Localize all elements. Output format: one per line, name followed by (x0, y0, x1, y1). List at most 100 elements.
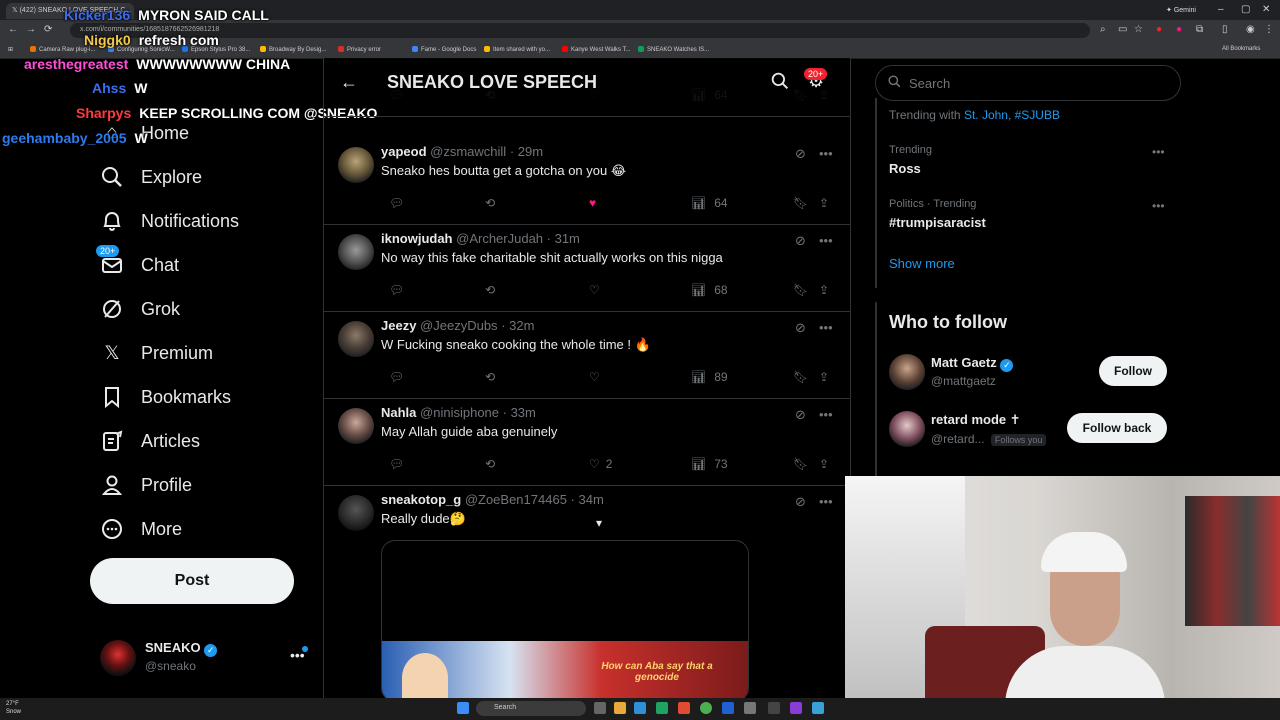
app-icon[interactable] (656, 702, 668, 714)
bookmark-icon[interactable]: 🔖︎ (793, 457, 808, 471)
retweet-icon[interactable]: ⟲ (485, 370, 495, 384)
reload-icon[interactable]: ⟳ (44, 24, 52, 35)
reply-icon[interactable]: 💬︎ (389, 196, 404, 210)
start-icon[interactable] (457, 702, 469, 714)
all-bookmarks[interactable]: All Bookmarks (1222, 46, 1260, 52)
tweet-handle[interactable]: @JeezyDubs (420, 318, 498, 333)
bookmark-item[interactable]: Kanye West Walks T... (562, 46, 631, 53)
tweet-author[interactable]: yapeod (381, 144, 427, 159)
browser-tab-gemini[interactable]: ✦ Gemini (1160, 3, 1202, 19)
tweet[interactable]: sneakotop_g @ZoeBen174465 · 34m ⊘ ••• Re… (324, 486, 850, 720)
app-icon[interactable] (768, 702, 780, 714)
nav-chat[interactable]: 20+ Chat (96, 245, 179, 280)
retweet-icon[interactable]: ⟲ (485, 457, 495, 471)
tweet-handle[interactable]: @ZoeBen174465 (465, 492, 567, 507)
grok-icon[interactable]: ⊘ (795, 320, 806, 336)
task-view-icon[interactable] (594, 702, 606, 714)
tweet-time[interactable]: · 32m (501, 318, 534, 333)
apps-icon[interactable]: ⊞ (8, 46, 13, 53)
tweet[interactable]: Jeezy @JeezyDubs · 32m ⊘ ••• W Fucking s… (324, 312, 850, 399)
grok-icon[interactable]: ⊘ (795, 146, 806, 162)
like-icon[interactable]: ♡ (589, 370, 606, 384)
extensions-icon[interactable]: ⧉ (1196, 24, 1203, 35)
like-icon[interactable]: ♡ 2 (589, 457, 612, 471)
bookmark-item[interactable]: Fame - Google Docs (412, 46, 476, 53)
more-dots-icon[interactable]: ••• (819, 233, 833, 248)
share-icon[interactable]: ⇪ (819, 457, 829, 471)
tweet[interactable]: iknowjudah @ArcherJudah · 31m ⊘ ••• No w… (324, 225, 850, 312)
nav-grok[interactable]: Grok (100, 294, 180, 324)
share-icon[interactable]: ⇪ (819, 370, 829, 384)
tweet-time[interactable]: · 31m (547, 231, 580, 246)
app-icon[interactable] (744, 702, 756, 714)
nav-bookmarks[interactable]: Bookmarks (100, 382, 231, 412)
nav-profile[interactable]: Profile (100, 470, 192, 500)
share-icon[interactable]: ⇪ (819, 283, 829, 297)
tweet-author[interactable]: iknowjudah (381, 231, 453, 246)
suggestion-name[interactable]: retard mode ✝ (931, 412, 1021, 428)
minimize-icon[interactable]: – (1218, 4, 1224, 15)
more-dots-icon[interactable]: ••• (1152, 145, 1165, 159)
back-icon[interactable]: ← (8, 24, 18, 35)
account-switcher[interactable]: SNEAKO ✓ @sneako ••• (100, 638, 312, 678)
views-icon[interactable]: 📊︎ 89 (691, 370, 728, 384)
more-dots-icon[interactable]: ••• (819, 407, 833, 422)
tweet-handle[interactable]: @ninisiphone (420, 405, 499, 420)
bookmark-item[interactable]: SNEAKO Watches IS... (638, 46, 709, 53)
post-button[interactable]: Post (90, 558, 294, 604)
menu-icon[interactable]: ⋮ (1264, 24, 1274, 35)
sidepanel-icon[interactable]: ▯ (1222, 24, 1228, 35)
app-icon[interactable] (634, 702, 646, 714)
tweet-handle[interactable]: @ArcherJudah (456, 231, 543, 246)
cast-icon[interactable]: ▭ (1118, 24, 1127, 35)
avatar[interactable] (338, 408, 374, 444)
nav-more[interactable]: More (100, 514, 182, 544)
suggestion-name[interactable]: Matt Gaetz (931, 355, 997, 370)
extension-icon-2[interactable]: ● (1176, 24, 1182, 35)
close-window-icon[interactable]: ✕ (1262, 4, 1270, 15)
trend-name[interactable]: Ross (889, 161, 921, 176)
more-dots-icon[interactable]: ••• (819, 146, 833, 161)
avatar[interactable] (338, 234, 374, 270)
search-input[interactable]: Search (875, 65, 1181, 101)
profile-icon[interactable]: ◉ (1246, 24, 1255, 35)
follow-back-button[interactable]: Follow back (1067, 413, 1167, 443)
weather-widget[interactable]: 27°F Snow (6, 700, 21, 716)
reply-icon[interactable]: 💬︎ (389, 370, 404, 384)
nav-explore[interactable]: Explore (100, 162, 202, 192)
views-icon[interactable]: 📊︎64 (691, 196, 728, 210)
app-icon[interactable] (812, 702, 824, 714)
tweet-handle[interactable]: @zsmawchill (430, 144, 506, 159)
avatar[interactable] (338, 147, 374, 183)
trend-name[interactable]: #trumpisaracist (889, 215, 986, 230)
app-icon[interactable] (722, 702, 734, 714)
trending-with-tags[interactable]: St. John, #SJUBB (964, 108, 1060, 122)
star-icon[interactable]: ☆ (1134, 24, 1143, 35)
url-field[interactable]: x.com/i/communities/1685187662526981218 (70, 23, 1090, 38)
tweet-time[interactable]: · 33m (503, 405, 536, 420)
like-icon[interactable]: ♥ (589, 196, 602, 210)
retweet-icon[interactable]: ⟲ (485, 283, 495, 297)
forward-icon[interactable]: → (26, 24, 36, 35)
views-icon[interactable]: 📊︎ 73 (691, 457, 728, 471)
zoom-icon[interactable]: ⌕ (1100, 24, 1106, 35)
more-dots-icon[interactable]: ••• (1152, 199, 1165, 213)
tweet-author[interactable]: Jeezy (381, 318, 416, 333)
extension-icon[interactable]: ● (1156, 24, 1162, 35)
retweet-icon[interactable]: ⟲ (485, 196, 495, 210)
reply-icon[interactable]: 💬︎ (389, 457, 404, 471)
bookmark-icon[interactable]: 🔖︎ (793, 283, 808, 297)
follow-button[interactable]: Follow (1099, 356, 1167, 386)
app-icon[interactable] (790, 702, 802, 714)
like-icon[interactable]: ♡ (589, 283, 606, 297)
bookmark-item[interactable]: Item shared with yo... (484, 46, 550, 53)
show-more-link[interactable]: Show more (889, 256, 955, 271)
taskbar-search[interactable]: Search (476, 701, 586, 716)
tweet-author[interactable]: sneakotop_g (381, 492, 461, 507)
reply-icon[interactable]: 💬︎ (389, 283, 404, 297)
chrome-icon[interactable] (700, 702, 712, 714)
bookmark-icon[interactable]: 🔖︎ (793, 370, 808, 384)
maximize-icon[interactable]: ▢ (1241, 4, 1250, 15)
tweet[interactable]: Nahla @ninisiphone · 33m ⊘ ••• May Allah… (324, 399, 850, 486)
grok-icon[interactable]: ⊘ (795, 407, 806, 423)
